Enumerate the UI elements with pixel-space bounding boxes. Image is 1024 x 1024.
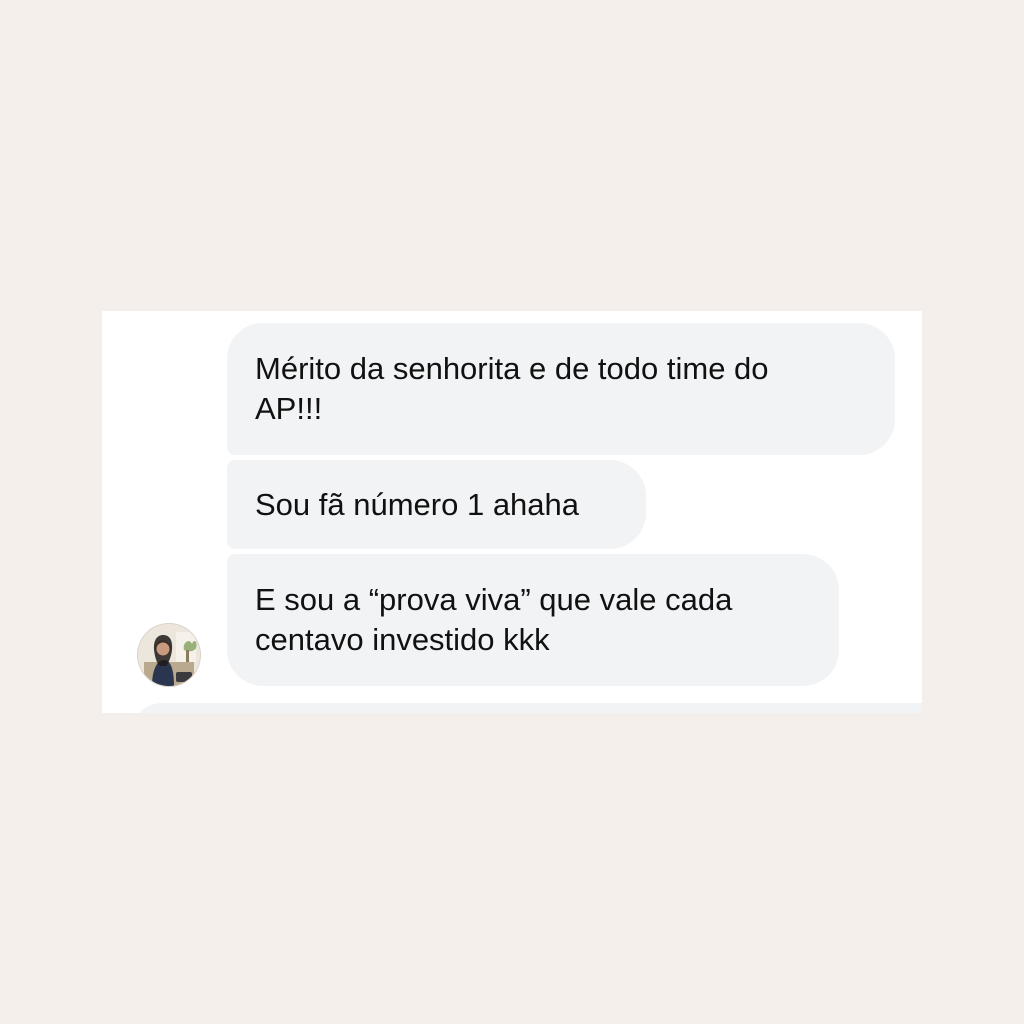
- message-text: Sou fã número 1 ahaha: [255, 486, 580, 522]
- next-message-bubble: [132, 703, 922, 713]
- message-text: E sou a “prova viva” que vale cada centa…: [255, 582, 733, 657]
- message-bubble[interactable]: E sou a “prova viva” que vale cada centa…: [227, 554, 839, 686]
- profile-photo-icon: [138, 624, 200, 686]
- message-text: Mérito da senhorita e de todo time do AP…: [255, 351, 769, 426]
- page: Mérito da senhorita e de todo time do AP…: [0, 0, 1024, 1024]
- chat-thread: Mérito da senhorita e de todo time do AP…: [102, 311, 922, 713]
- message-bubble[interactable]: Sou fã número 1 ahaha: [227, 460, 646, 549]
- message-bubble[interactable]: Mérito da senhorita e de todo time do AP…: [227, 323, 895, 455]
- sender-avatar[interactable]: [138, 624, 200, 686]
